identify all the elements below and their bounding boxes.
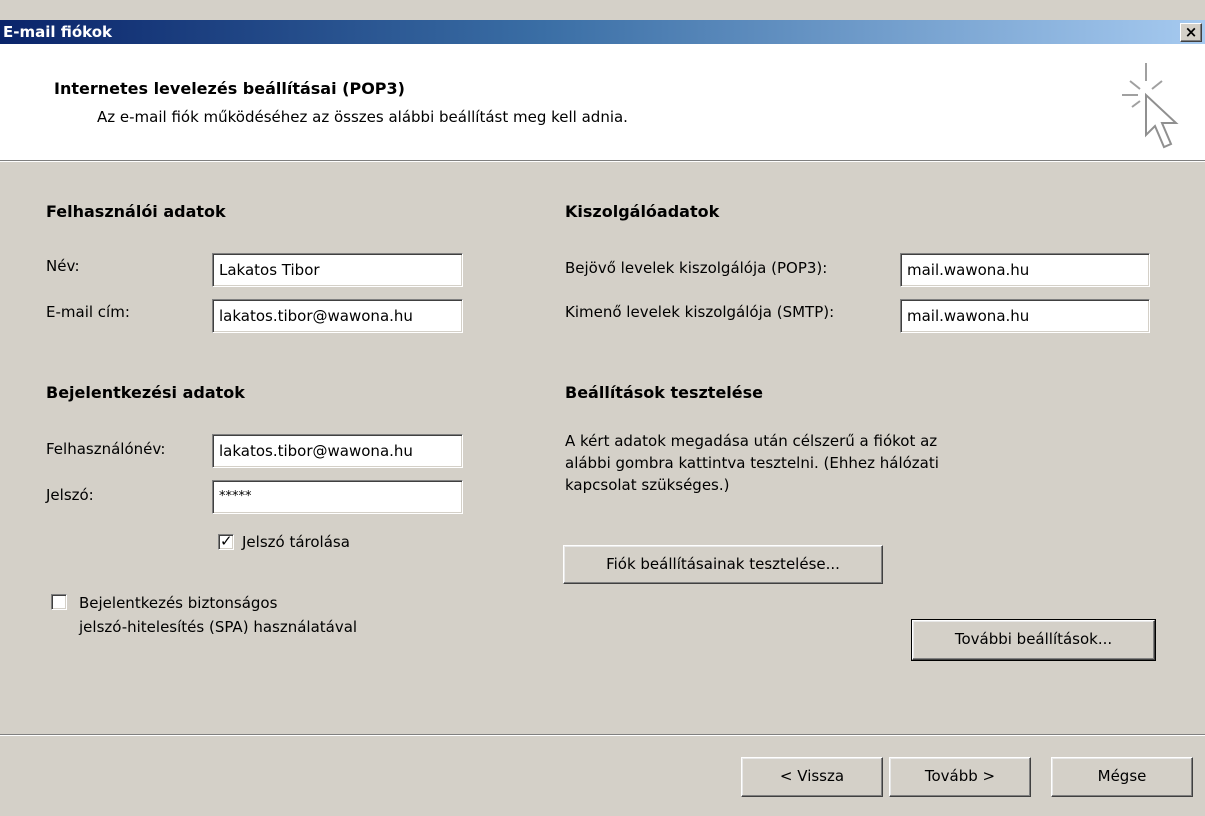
password-label: Jelszó: [46, 486, 94, 504]
name-label: Név: [46, 257, 80, 275]
outgoing-server-field[interactable]: mail.wawona.hu [900, 299, 1150, 333]
logon-info-heading: Bejelentkezési adatok [46, 383, 245, 402]
more-settings-button[interactable]: További beállítások... [911, 619, 1156, 661]
spa-label-line2: jelszó-hitelesítés (SPA) használatával [79, 618, 358, 636]
next-button[interactable]: Tovább > [889, 757, 1031, 797]
back-button[interactable]: < Vissza [741, 757, 883, 797]
test-settings-heading: Beállítások tesztelése [565, 383, 764, 402]
test-text-line3: kapcsolat szükséges.) [565, 476, 730, 494]
user-info-heading: Felhasználói adatok [46, 202, 226, 221]
page-subtitle: Az e-mail fiók működéséhez az összes alá… [97, 108, 628, 126]
close-button[interactable]: × [1180, 23, 1202, 42]
header-divider [0, 161, 1205, 162]
spa-label-line1: Bejelentkezés biztonságos [79, 594, 278, 612]
test-text-line2: alábbi gombra kattintva tesztelni. (Ehhe… [565, 454, 939, 472]
username-label: Felhasználónév: [46, 440, 166, 458]
test-text-line1: A kért adatok megadása után célszerű a f… [565, 432, 938, 450]
incoming-server-field[interactable]: mail.wawona.hu [900, 253, 1150, 287]
wizard-header: Internetes levelezés beállításai (POP3) … [0, 44, 1205, 161]
check-icon: ✓ [220, 532, 233, 550]
incoming-server-label: Bejövő levelek kiszolgálója (POP3): [565, 259, 828, 277]
name-field[interactable]: Lakatos Tibor [212, 253, 463, 287]
cancel-button[interactable]: Mégse [1051, 757, 1193, 797]
test-account-button[interactable]: Fiók beállításainak tesztelése... [563, 545, 883, 584]
window-title: E-mail fiókok [3, 23, 113, 41]
title-bar: E-mail fiókok × [0, 20, 1205, 44]
email-accounts-dialog: E-mail fiókok × Internetes levelezés beá… [0, 0, 1205, 816]
page-title: Internetes levelezés beállításai (POP3) [54, 79, 405, 98]
password-field[interactable]: ***** [212, 480, 463, 514]
cursor-sparkle-icon [1122, 63, 1179, 149]
remember-password-label: Jelszó tárolása [242, 533, 350, 551]
footer-divider-highlight [0, 735, 1205, 736]
spa-checkbox[interactable] [51, 594, 67, 610]
remember-password-checkbox[interactable]: ✓ [218, 532, 234, 550]
username-field[interactable]: lakatos.tibor@wawona.hu [212, 434, 463, 468]
email-label: E-mail cím: [46, 303, 130, 321]
outgoing-server-label: Kimenő levelek kiszolgálója (SMTP): [565, 303, 835, 321]
email-field[interactable]: lakatos.tibor@wawona.hu [212, 299, 463, 333]
server-info-heading: Kiszolgálóadatok [565, 202, 720, 221]
